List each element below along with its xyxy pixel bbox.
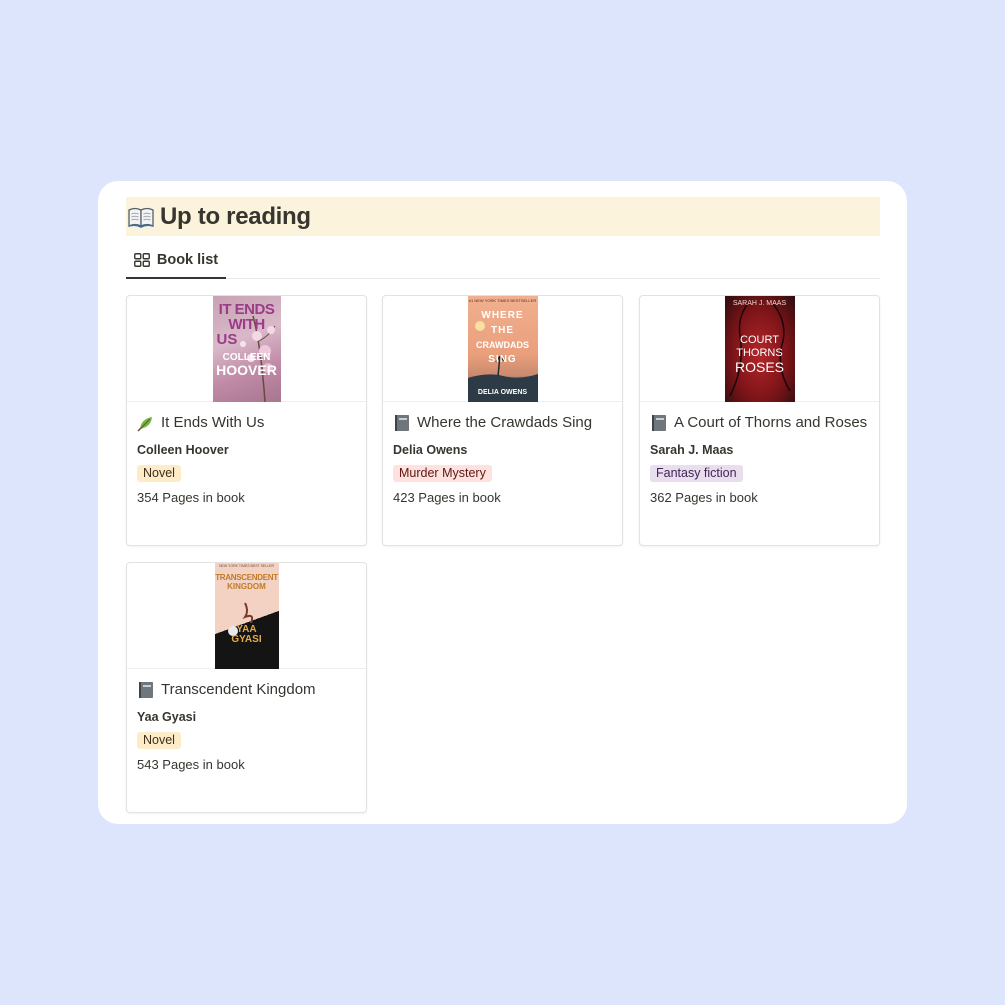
book-title: Where the Crawdads Sing xyxy=(393,412,612,434)
cover-text: US xyxy=(216,331,238,348)
book-cover-image: #1 NEW YORK TIMES BESTSELLER WHERE THE C… xyxy=(467,296,538,402)
cover-text: COURT xyxy=(740,334,779,346)
page-count: 423 Pages in book xyxy=(393,490,501,505)
genre-tag: Novel xyxy=(137,465,181,482)
book-author: Yaa Gyasi xyxy=(137,710,197,724)
book-card-where-the-crawdads-sing[interactable]: #1 NEW YORK TIMES BESTSELLER WHERE THE C… xyxy=(382,295,623,546)
genre-tag: Murder Mystery xyxy=(393,465,492,482)
cover-area: SARAH J. MAAS COURT THORNS ROSES xyxy=(640,296,879,402)
cover-text: ROSES xyxy=(734,359,784,375)
book-card-it-ends-with-us[interactable]: IT ENDS WITH US COLLEEN HOOVER It Ends W… xyxy=(126,295,367,546)
cover-area: IT ENDS WITH US COLLEEN HOOVER xyxy=(127,296,366,402)
gallery-grid-icon xyxy=(133,253,150,267)
cover-text: SING xyxy=(488,354,517,365)
book-author: Sarah J. Maas xyxy=(650,443,734,457)
page-title-bar: Up to reading xyxy=(126,197,880,236)
cover-text: YAA xyxy=(236,623,257,635)
book-title-text: It Ends With Us xyxy=(161,414,265,431)
book-card-transcendent-kingdom[interactable]: NEW YORK TIMES BEST SELLER TRANSCENDENT … xyxy=(126,562,367,813)
tab-label: Book list xyxy=(156,252,219,268)
book-title: A Court of Thorns and Roses xyxy=(650,412,869,434)
book-cover-image: IT ENDS WITH US COLLEEN HOOVER xyxy=(212,296,281,402)
cover-text: KINGDOM xyxy=(227,581,266,591)
book-icon xyxy=(395,415,409,431)
genre-tag: Fantasy fiction xyxy=(650,465,743,482)
cover-text: GYASI xyxy=(231,633,262,645)
book-icon xyxy=(652,415,666,431)
book-author: Colleen Hoover xyxy=(137,443,229,457)
cover-text: WITH xyxy=(228,316,265,333)
genre-tag: Novel xyxy=(137,732,181,749)
cover-text: CRAWDADS xyxy=(476,340,529,350)
book-icon xyxy=(139,682,153,698)
tab-book-list[interactable]: Book list xyxy=(126,243,226,279)
book-title-text: A Court of Thorns and Roses xyxy=(674,414,868,431)
cover-text: HOOVER xyxy=(216,362,277,378)
leaf-icon xyxy=(137,417,152,432)
book-author: Delia Owens xyxy=(393,443,468,457)
open-book-icon xyxy=(128,207,154,228)
page-title: Up to reading xyxy=(160,202,311,230)
cover-text: WHERE xyxy=(481,310,524,321)
book-title: Transcendent Kingdom xyxy=(137,679,356,701)
cover-text: THE xyxy=(491,325,514,336)
cover-text: TRANSCENDENT xyxy=(215,572,278,582)
page-count: 362 Pages in book xyxy=(650,490,758,505)
page-count: 543 Pages in book xyxy=(137,757,245,772)
book-cover-image: NEW YORK TIMES BEST SELLER TRANSCENDENT … xyxy=(214,563,279,669)
page-count: 354 Pages in book xyxy=(137,490,245,505)
book-title: It Ends With Us xyxy=(137,412,356,434)
book-card-a-court-of-thorns-and-roses[interactable]: SARAH J. MAAS COURT THORNS ROSES A Court… xyxy=(639,295,880,546)
cover-text: DELIA OWENS xyxy=(477,389,528,396)
cover-area: NEW YORK TIMES BEST SELLER TRANSCENDENT … xyxy=(127,563,366,669)
book-title-text: Transcendent Kingdom xyxy=(161,681,316,698)
cover-text: SARAH J. MAAS xyxy=(732,300,787,307)
book-cover-image: SARAH J. MAAS COURT THORNS ROSES xyxy=(724,296,795,402)
cover-text: THORNS xyxy=(736,347,783,359)
cover-area: #1 NEW YORK TIMES BESTSELLER WHERE THE C… xyxy=(383,296,622,402)
notion-page-window: Up to reading Book list IT ENDS WITH US … xyxy=(98,181,907,824)
book-title-text: Where the Crawdads Sing xyxy=(417,414,593,431)
view-tabs: Book list xyxy=(126,243,880,279)
cover-text: IT ENDS xyxy=(218,301,275,318)
